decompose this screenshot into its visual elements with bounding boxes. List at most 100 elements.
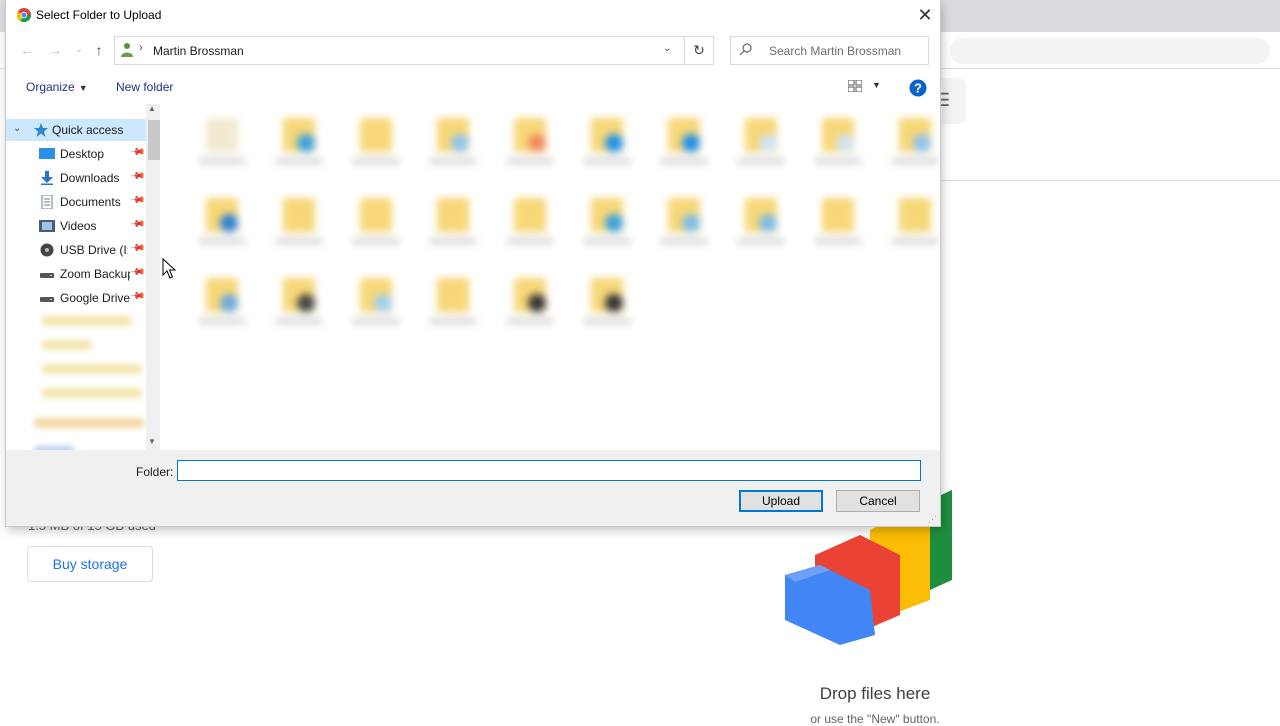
dialog-titlebar[interactable]: Select Folder to Upload ✕ xyxy=(6,0,940,31)
blurred-folder-label xyxy=(275,238,323,244)
address-dropdown-icon[interactable]: ⌄ xyxy=(663,43,671,54)
folder-badge-icon xyxy=(605,294,623,312)
folder-badge-icon xyxy=(759,134,777,152)
organize-button[interactable]: Organize ▼ xyxy=(26,80,88,94)
nav-item-label: Zoom Backup xyxy=(60,267,130,281)
back-button[interactable]: ← xyxy=(18,41,36,59)
user-folder-icon xyxy=(121,43,133,57)
blurred-folder-item[interactable] xyxy=(654,112,714,172)
buy-storage-button[interactable]: Buy storage xyxy=(27,546,153,582)
address-bar[interactable]: › Martin Brossman ⌄ xyxy=(114,36,685,65)
folder-badge-icon xyxy=(220,294,238,312)
blurred-folder-item[interactable] xyxy=(808,192,868,252)
blurred-folder-label xyxy=(737,238,785,244)
blurred-folder-item[interactable] xyxy=(423,192,483,252)
nav-item-videos[interactable]: Videos 📌 xyxy=(6,215,152,237)
chrome-icon xyxy=(17,8,31,22)
blurred-folder-item[interactable] xyxy=(269,112,329,172)
folder-icon xyxy=(360,198,392,232)
blurred-folder-label xyxy=(275,318,323,324)
blurred-folder-item[interactable] xyxy=(42,364,142,374)
blurred-folder-item[interactable] xyxy=(346,112,406,172)
blurred-folder-item[interactable] xyxy=(808,112,868,172)
blurred-folder-item[interactable] xyxy=(500,112,560,172)
folder-name-input[interactable] xyxy=(177,460,921,481)
blurred-folder-item[interactable] xyxy=(423,112,483,172)
up-button[interactable]: ↑ xyxy=(90,41,108,59)
cancel-button[interactable]: Cancel xyxy=(836,490,920,512)
blurred-folder-label xyxy=(198,238,246,244)
scroll-down-icon[interactable]: ▼ xyxy=(148,437,156,446)
pin-icon: 📌 xyxy=(128,288,146,305)
blurred-folder-label xyxy=(737,158,785,164)
browser-address-field[interactable] xyxy=(950,38,1270,64)
blurred-folder-item[interactable] xyxy=(192,112,252,172)
help-icon[interactable]: ? xyxy=(909,79,927,97)
nav-item-zoom-backup[interactable]: Zoom Backup 📌 xyxy=(6,263,152,285)
file-list[interactable] xyxy=(162,104,938,450)
blurred-folder-item[interactable] xyxy=(654,192,714,252)
blurred-folder-item[interactable] xyxy=(577,112,637,172)
expand-icon[interactable]: ⌄ xyxy=(13,123,21,134)
blurred-folder-label xyxy=(198,318,246,324)
blurred-folder-item[interactable] xyxy=(42,316,132,326)
blurred-folder-item[interactable] xyxy=(346,272,406,332)
nav-item-label: Downloads xyxy=(60,171,120,185)
scroll-up-icon[interactable]: ▲ xyxy=(148,104,156,113)
nav-pane-scroll-thumb[interactable] xyxy=(148,120,160,160)
breadcrumb-current[interactable]: Martin Brossman xyxy=(153,44,244,58)
breadcrumb-separator[interactable]: › xyxy=(139,42,143,54)
pin-icon: 📌 xyxy=(128,264,146,281)
blurred-folder-item[interactable] xyxy=(577,192,637,252)
blurred-folder-item[interactable] xyxy=(34,418,144,428)
blurred-folder-item[interactable] xyxy=(346,192,406,252)
blurred-folder-item[interactable] xyxy=(885,192,938,252)
blurred-folder-item[interactable] xyxy=(885,112,938,172)
close-button[interactable]: ✕ xyxy=(912,2,938,28)
blurred-folder-item[interactable] xyxy=(269,272,329,332)
usb-drive-icon xyxy=(40,243,54,257)
blurred-folder-label xyxy=(814,238,862,244)
nav-item-label: Desktop xyxy=(60,147,105,161)
blurred-folder-item[interactable] xyxy=(577,272,637,332)
nav-item-downloads[interactable]: Downloads 📌 xyxy=(6,167,152,189)
folder-icon xyxy=(822,198,854,232)
resize-grip-icon[interactable]: ⋰ xyxy=(928,514,937,525)
folder-icon xyxy=(360,118,392,152)
dialog-footer: Folder: Upload Cancel ⋰ xyxy=(6,450,940,526)
blurred-folder-item[interactable] xyxy=(269,192,329,252)
recent-locations-button[interactable]: ⌄ xyxy=(70,41,88,59)
forward-button[interactable]: → xyxy=(46,41,64,59)
nav-item-google-drive[interactable]: Google Drive 📌 xyxy=(6,287,152,309)
blurred-folder-item[interactable] xyxy=(42,388,142,398)
upload-button[interactable]: Upload xyxy=(739,490,823,512)
nav-item-label: Documents xyxy=(60,195,121,209)
nav-item-documents[interactable]: Documents 📌 xyxy=(6,191,152,213)
blurred-folder-label xyxy=(891,158,938,164)
new-folder-button[interactable]: New folder xyxy=(116,80,173,94)
folder-icon xyxy=(437,278,469,312)
nav-item-quick-access[interactable]: ⌄ Quick access xyxy=(6,119,152,141)
navigation-bar: ← → ⌄ ↑ › Martin Brossman ⌄ ↻ Search Mar… xyxy=(6,31,940,69)
mouse-cursor-icon xyxy=(162,258,176,279)
search-box[interactable]: Search Martin Brossman xyxy=(730,36,929,65)
pin-icon: 📌 xyxy=(128,216,146,233)
nav-item-usb-drive[interactable]: USB Drive (I:) 📌 xyxy=(6,239,152,261)
blurred-folder-item[interactable] xyxy=(42,340,92,350)
dialog-title: Select Folder to Upload xyxy=(36,8,162,22)
folder-badge-icon xyxy=(759,214,777,232)
blurred-folder-item[interactable] xyxy=(500,272,560,332)
blurred-folder-item[interactable] xyxy=(731,192,791,252)
change-view-icon[interactable] xyxy=(848,80,862,92)
desktop-icon xyxy=(39,148,55,159)
blurred-folder-item[interactable] xyxy=(192,192,252,252)
blurred-folder-item[interactable] xyxy=(192,272,252,332)
blurred-folder-item[interactable] xyxy=(731,112,791,172)
nav-item-desktop[interactable]: Desktop 📌 xyxy=(6,143,152,165)
refresh-button[interactable]: ↻ xyxy=(685,36,714,65)
blurred-folder-label xyxy=(352,158,400,164)
blurred-folder-item[interactable] xyxy=(423,272,483,332)
blurred-folder-item[interactable] xyxy=(500,192,560,252)
divider xyxy=(940,180,1280,181)
view-options-caret-icon[interactable]: ▼ xyxy=(872,80,881,90)
